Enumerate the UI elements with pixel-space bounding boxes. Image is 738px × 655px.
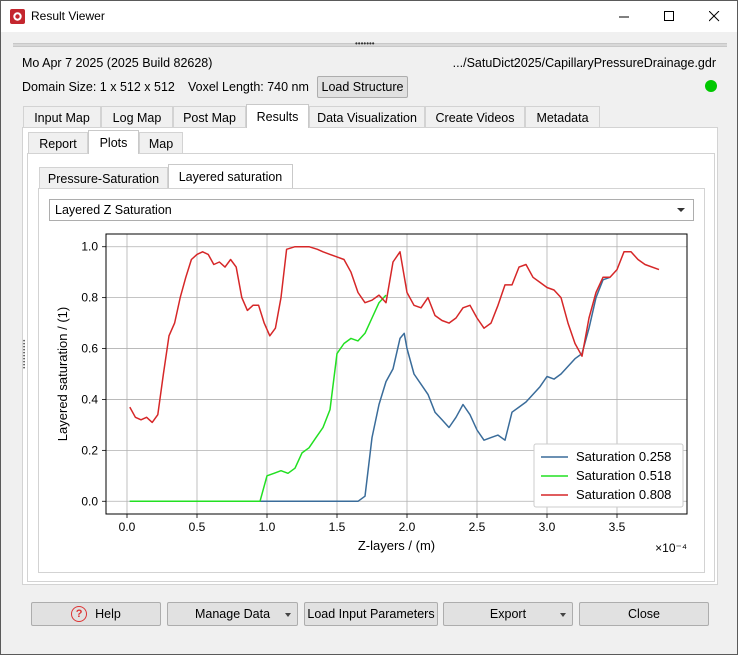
- splitter-grip-icon: •••••••: [355, 39, 375, 48]
- tab-results[interactable]: Results: [246, 104, 309, 128]
- domain-size: Domain Size: 1 x 512 x 512: [22, 80, 175, 94]
- x-axis-label: Z-layers / (m): [358, 538, 435, 553]
- y-tick-label: 1.0: [81, 240, 98, 254]
- legend-label-2: Saturation 0.808: [576, 487, 671, 502]
- window-title: Result Viewer: [31, 9, 105, 23]
- result-viewer-window: Result Viewer ••••••• Mo Apr 7 2025 (202…: [0, 0, 738, 655]
- title-bar: Result Viewer: [1, 1, 737, 32]
- minimize-icon: [618, 16, 629, 18]
- chevron-down-icon: [677, 208, 685, 212]
- app-icon: [10, 9, 25, 24]
- y-tick-label: 0.8: [81, 291, 98, 305]
- dropdown-arrow-icon: [560, 613, 566, 617]
- x-tick-label: 3.5: [609, 520, 626, 534]
- tab-log-map[interactable]: Log Map: [101, 106, 173, 128]
- x-tick-label: 2.0: [399, 520, 416, 534]
- maximize-button[interactable]: [646, 1, 692, 32]
- x-tick-label: 1.0: [259, 520, 276, 534]
- help-icon: ?: [71, 606, 88, 622]
- y-tick-label: 0.2: [81, 443, 98, 457]
- x-tick-label: 2.5: [469, 520, 486, 534]
- y-axis-label: Layered saturation / (1): [55, 307, 70, 441]
- export-button[interactable]: Export: [443, 602, 573, 626]
- tab-post-map[interactable]: Post Map: [173, 106, 246, 128]
- x-axis-multiplier: ×10⁻⁴: [655, 541, 687, 555]
- legend-label-1: Saturation 0.518: [576, 468, 671, 483]
- tab-input-map[interactable]: Input Map: [23, 106, 101, 128]
- manage-data-button[interactable]: Manage Data: [167, 602, 298, 626]
- help-button[interactable]: ? Help: [31, 602, 161, 626]
- maximize-icon: [663, 11, 674, 21]
- x-tick-label: 3.0: [539, 520, 556, 534]
- file-path: .../SatuDict2025/CapillaryPressureDraina…: [452, 56, 716, 70]
- x-tick-label: 1.5: [329, 520, 346, 534]
- dropdown-arrow-icon: [285, 613, 291, 617]
- chart-background: [49, 225, 696, 562]
- side-splitter-grip[interactable]: • • • • • • • • • •: [23, 339, 26, 372]
- y-tick-label: 0.0: [81, 494, 98, 508]
- voxel-length: Voxel Length: 740 nm: [188, 80, 309, 94]
- load-input-parameters-button[interactable]: Load Input Parameters: [304, 602, 438, 626]
- close-window-button[interactable]: [691, 1, 737, 32]
- y-tick-label: 0.4: [81, 392, 98, 406]
- tab-metadata[interactable]: Metadata: [525, 106, 600, 128]
- tab-pressure-saturation[interactable]: Pressure-Saturation: [39, 167, 168, 189]
- saturation-chart: 0.0 0.5 1.0 1.5 2.0 2.5 3.0 3.5 0.0 0.2 0.4 0.6 0.8 1…: [49, 225, 696, 562]
- minimize-button[interactable]: [601, 1, 647, 32]
- load-structure-button[interactable]: Load Structure: [317, 76, 408, 98]
- tab-map[interactable]: Map: [139, 132, 183, 154]
- build-info: Mo Apr 7 2025 (2025 Build 82628): [22, 56, 213, 70]
- saturation-type-value: Layered Z Saturation: [55, 203, 172, 217]
- x-tick-label: 0.0: [119, 520, 136, 534]
- tab-plots[interactable]: Plots: [88, 130, 139, 154]
- status-indicator: [705, 80, 717, 92]
- legend-label-0: Saturation 0.258: [576, 449, 671, 464]
- tab-report[interactable]: Report: [28, 132, 88, 154]
- saturation-type-select[interactable]: Layered Z Saturation: [49, 199, 694, 221]
- x-tick-label: 0.5: [189, 520, 206, 534]
- tab-create-videos[interactable]: Create Videos: [425, 106, 525, 128]
- close-button[interactable]: Close: [579, 602, 709, 626]
- y-tick-label: 0.6: [81, 342, 98, 356]
- close-icon: [708, 11, 719, 22]
- tab-layered-saturation[interactable]: Layered saturation: [168, 164, 293, 188]
- tab-data-visualization[interactable]: Data Visualization: [309, 106, 425, 128]
